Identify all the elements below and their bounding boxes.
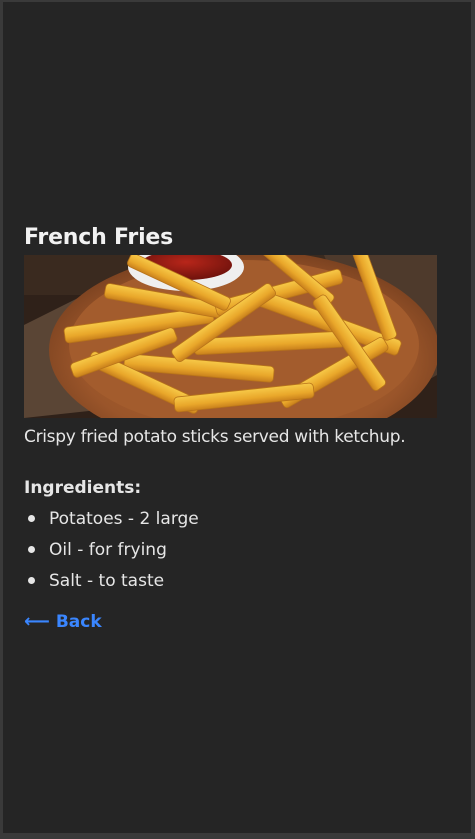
fries-illustration [24, 255, 437, 418]
bullet-icon [28, 546, 35, 553]
ingredients-list: Potatoes - 2 large Oil - for frying Salt… [24, 503, 444, 596]
bullet-icon [28, 515, 35, 522]
recipe-image [24, 255, 437, 418]
list-item: Potatoes - 2 large [24, 503, 444, 534]
bullet-icon [28, 577, 35, 584]
recipe-detail: French Fries Crispy fried potato sticks … [24, 224, 444, 632]
arrow-left-icon: ⟵ [24, 611, 50, 632]
ingredient-text: Oil - for frying [49, 539, 167, 560]
back-link[interactable]: ⟵ Back [24, 612, 102, 632]
app-frame: French Fries Crispy fried potato sticks … [3, 2, 471, 833]
back-label: Back [55, 612, 102, 632]
ingredient-text: Salt - to taste [49, 570, 165, 591]
ingredient-text: Potatoes - 2 large [49, 508, 199, 529]
ingredients-heading: Ingredients: [24, 478, 142, 498]
recipe-title: French Fries [24, 225, 174, 250]
recipe-description: Crispy fried potato sticks served with k… [24, 427, 406, 447]
list-item: Oil - for frying [24, 534, 444, 565]
list-item: Salt - to taste [24, 565, 444, 596]
